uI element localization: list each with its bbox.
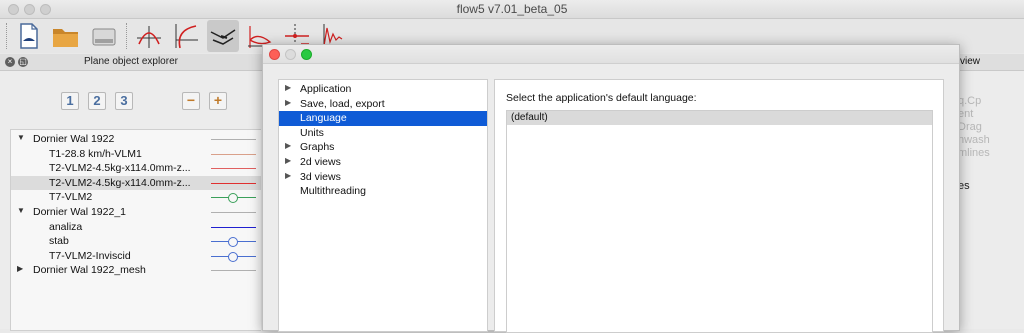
category-item[interactable]: ▶ Application [279, 82, 487, 97]
new-project-icon [20, 23, 38, 49]
language-prompt: Select the application's default languag… [506, 92, 697, 104]
tree-row-label: stab [49, 235, 69, 248]
open-project-button[interactable] [50, 20, 82, 52]
tree-row-label: T2-VLM2-4.5kg-x114.0mm-z... [49, 162, 191, 175]
tree-row[interactable]: T1-28.8 km/h-VLM1 [11, 147, 261, 162]
category-item[interactable]: ▶ 2d views [279, 155, 487, 170]
style-swatch[interactable] [211, 212, 256, 213]
category-item[interactable]: ▶ Graphs [279, 140, 487, 155]
collapse-button[interactable]: − [182, 92, 200, 110]
right-dock-item[interactable]: nwash [958, 134, 990, 146]
dialog-zoom-button[interactable] [301, 49, 312, 60]
dialog-close-button[interactable] [269, 49, 280, 60]
language-list: (default) [506, 110, 933, 333]
language-item[interactable]: (default) [507, 111, 932, 125]
collapsed-arrow-icon[interactable]: ▶ [285, 98, 291, 107]
toolbar-grip [6, 23, 8, 49]
collapsed-arrow-icon[interactable]: ▶ [285, 83, 291, 92]
tree-row[interactable]: ▼ Dornier Wal 1922_1 [11, 205, 261, 220]
point-marker-icon [228, 251, 238, 262]
tree-row-label: Dornier Wal 1922 [33, 133, 115, 145]
right-view-dock: view q.Cp ent Drag nwash mlines es [958, 54, 1024, 329]
category-label: Language [300, 112, 347, 125]
category-label: Graphs [300, 141, 335, 154]
category-item[interactable]: Multithreading [279, 184, 487, 199]
preferences-category-list: ▶ Application ▶ Save, load, export Language U… [278, 79, 488, 332]
view-2-button[interactable]: 2 [88, 92, 106, 110]
category-label: 3d views [300, 170, 341, 183]
style-swatch[interactable] [211, 168, 256, 170]
tree-row[interactable]: T7-VLM2-Inviscid [11, 249, 261, 264]
right-dock-header: view [958, 54, 1024, 71]
expanded-arrow-icon[interactable]: ▼ [17, 206, 25, 215]
tree-row-label: Dornier Wal 1922_1 [33, 206, 126, 218]
right-dock-item[interactable]: q.Cp [958, 95, 981, 107]
style-swatch[interactable] [211, 153, 256, 155]
right-dock-item[interactable]: Drag [958, 121, 982, 133]
category-label: Multithreading [300, 185, 366, 198]
category-label: Application [300, 83, 352, 95]
category-item[interactable]: Language [279, 111, 487, 126]
language-panel: Select the application's default languag… [494, 79, 944, 333]
tree-row-label: analiza [49, 220, 83, 233]
point-marker-icon [228, 237, 238, 248]
collapsed-arrow-icon[interactable]: ▶ [285, 156, 291, 165]
tree-row-label: T7-VLM2-Inviscid [49, 249, 131, 262]
plane-analysis-button[interactable] [207, 20, 239, 52]
foil-analysis-icon [137, 26, 161, 48]
foil-analysis-button[interactable] [133, 20, 165, 52]
category-label: 2d views [300, 156, 341, 168]
tree-row[interactable]: ▼ Dornier Wal 1922 [11, 132, 261, 147]
language-item-label: (default) [511, 112, 548, 123]
expanded-arrow-icon[interactable]: ▼ [17, 133, 25, 142]
plane-object-explorer: × ◱ Plane object explorer 1 2 3 − + ▼ Dor… [0, 54, 263, 331]
explorer-tree: ▼ Dornier Wal 1922 T1-28.8 km/h-VLM1 T2-VLM… [10, 129, 261, 331]
view-1-button[interactable]: 1 [61, 92, 79, 110]
right-dock-title: view [960, 56, 981, 67]
expand-button[interactable]: + [209, 92, 227, 110]
point-marker-icon [228, 193, 238, 204]
tree-row-label: Dornier Wal 1922_mesh [33, 264, 146, 277]
tree-row[interactable]: T2-VLM2-4.5kg-x114.0mm-z... [11, 161, 261, 176]
new-project-button[interactable] [12, 20, 44, 52]
style-swatch[interactable] [211, 182, 256, 184]
tree-row[interactable]: analiza [11, 220, 261, 235]
polar-analysis-icon [175, 24, 198, 49]
right-dock-item[interactable]: mlines [958, 147, 990, 159]
collapsed-arrow-icon[interactable]: ▶ [285, 141, 291, 150]
category-label: Save, load, export [300, 97, 385, 110]
category-item[interactable]: ▶ Save, load, export [279, 97, 487, 112]
category-item[interactable]: ▶ 3d views [279, 170, 487, 185]
collapsed-arrow-icon[interactable]: ▶ [17, 264, 23, 273]
dialog-minimize-button[interactable] [285, 49, 296, 60]
tree-row[interactable]: T2-VLM2-4.5kg-x114.0mm-z... [11, 175, 261, 191]
tree-row[interactable]: T7-VLM2 [11, 190, 261, 205]
view-3-button[interactable]: 3 [115, 92, 133, 110]
preferences-dialog: ▶ Application ▶ Save, load, export Language U… [262, 44, 960, 333]
right-dock-item[interactable]: ent [958, 108, 973, 120]
tree-row-label: T2-VLM2-4.5kg-x114.0mm-z... [49, 176, 191, 189]
category-item[interactable]: Units [279, 126, 487, 141]
style-swatch[interactable] [211, 270, 256, 272]
category-label: Units [300, 126, 324, 139]
tree-row-label: T7-VLM2 [49, 191, 93, 204]
tree-row[interactable]: ▶ Dornier Wal 1922_mesh [11, 263, 261, 278]
polar-analysis-button[interactable] [170, 20, 202, 52]
open-folder-icon [53, 29, 78, 47]
collapsed-arrow-icon[interactable]: ▶ [285, 171, 291, 180]
main-title-bar: flow5 v7.01_beta_05 [0, 0, 1024, 19]
tree-row[interactable]: stab [11, 234, 261, 249]
window-title: flow5 v7.01_beta_05 [456, 2, 568, 16]
dialog-title-bar [263, 45, 959, 64]
plane-analysis-icon [210, 29, 236, 45]
explorer-header: × ◱ Plane object explorer [0, 54, 262, 71]
tree-row-label: T1-28.8 km/h-VLM1 [49, 147, 142, 160]
save-drive-icon [92, 28, 116, 46]
save-project-button[interactable] [88, 20, 120, 52]
explorer-title: Plane object explorer [84, 56, 178, 67]
style-swatch[interactable] [211, 226, 256, 228]
style-swatch[interactable] [211, 139, 256, 140]
toolbar-separator [126, 23, 128, 49]
